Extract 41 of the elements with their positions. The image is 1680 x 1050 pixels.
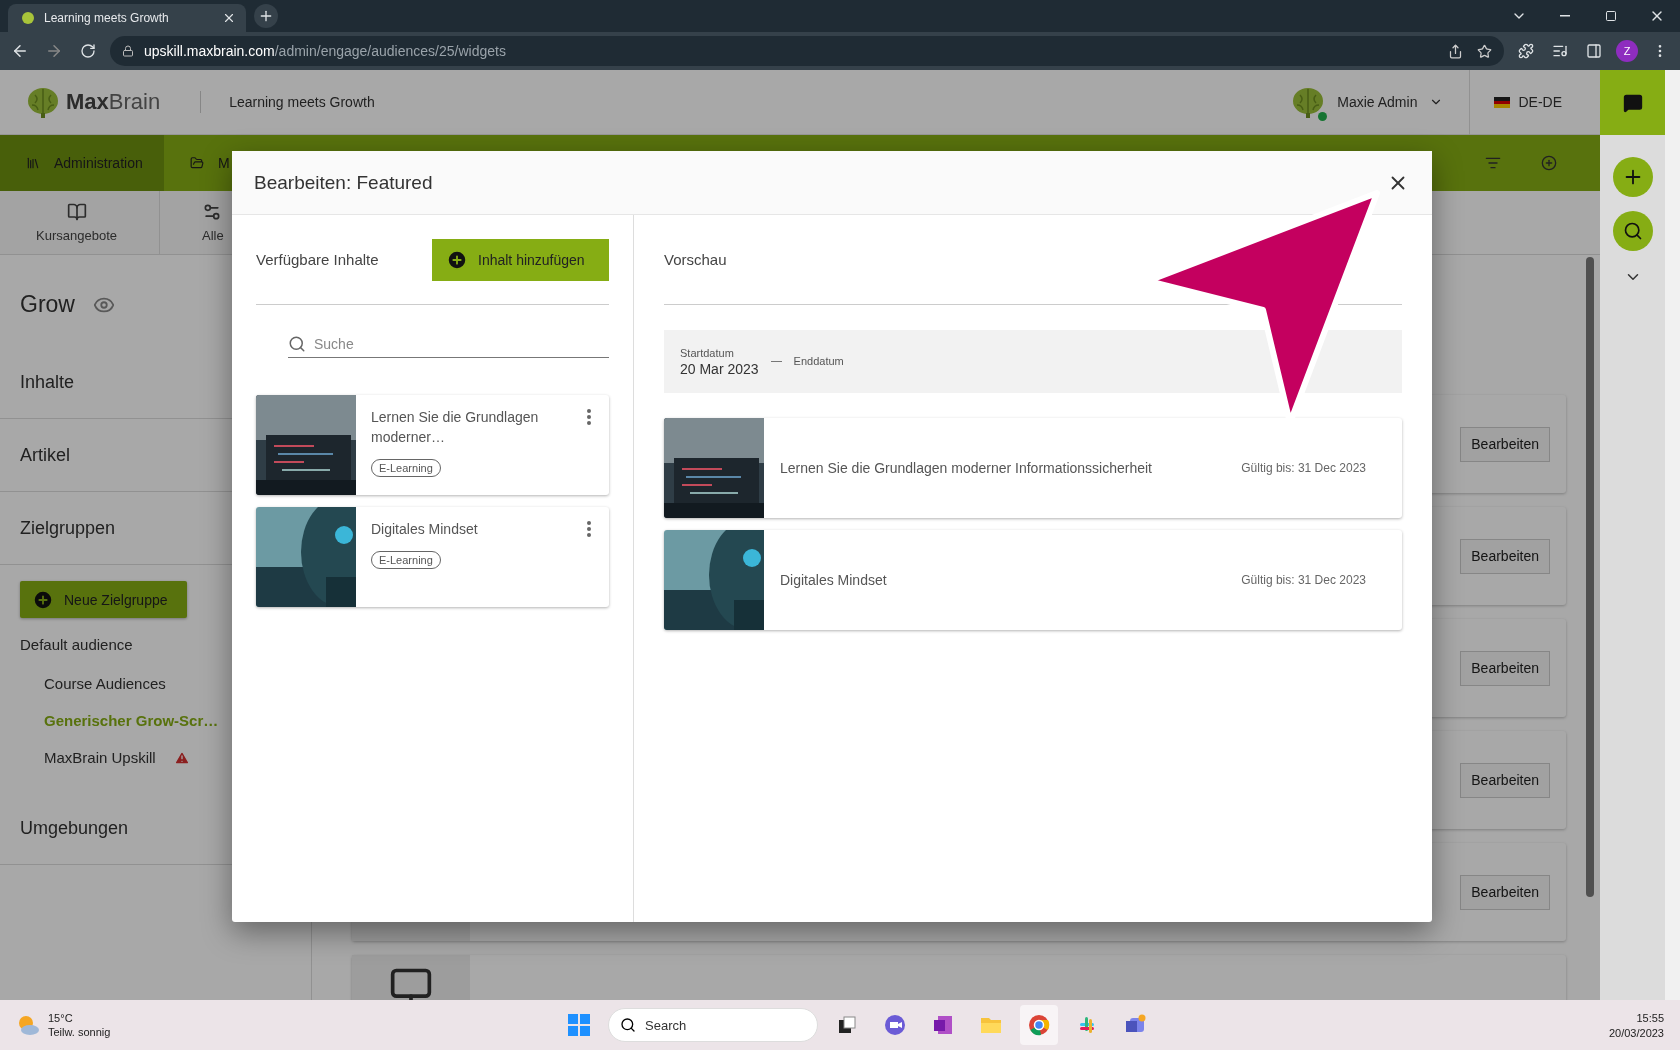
content-search-field[interactable]: Suche: [288, 330, 609, 358]
audience-item[interactable]: Course Audiences: [0, 665, 311, 702]
valid-until-text: Gültig bis: 31 Dec 2023: [1241, 573, 1367, 587]
audience-group-label: Default audience: [19, 635, 134, 655]
item-title: Lernen Sie die Grundlagen moderner Informationssicherheit: [779, 460, 1153, 476]
brand-logo-text: MaxBrain: [66, 89, 161, 115]
edit-button[interactable]: Bearbeiten: [1460, 874, 1550, 910]
edit-button[interactable]: Bearbeiten: [1460, 538, 1550, 574]
language-selector[interactable]: DE-DE: [1469, 70, 1574, 135]
dialog-title: Bearbeiten: Featured: [254, 171, 434, 194]
user-menu[interactable]: Maxie Admin: [1337, 94, 1418, 110]
browser-tab[interactable]: Learning meets Growth: [8, 4, 246, 32]
edit-button[interactable]: Bearbeiten: [1460, 650, 1550, 686]
valid-until-text: Gültig bis: 31 Dec 2023: [1241, 461, 1367, 475]
temperature: 15°C: [48, 1012, 74, 1024]
pane-heading: Vorschau: [664, 250, 727, 270]
content-item-card[interactable]: Lernen Sie die Grundlagen moderner… E-Learning: [256, 395, 609, 495]
content-item-card[interactable]: Digitales Mindset E-Learning: [256, 507, 609, 607]
subnav-item[interactable]: Kursangebote: [0, 191, 160, 254]
tagline: Learning meets Growth: [229, 94, 375, 110]
audience-item[interactable]: MaxBrain Upskill: [0, 739, 311, 776]
weather-text: Teilw. sonnig: [48, 1026, 111, 1038]
section-title: Grow: [20, 291, 75, 318]
address-bar[interactable]: upskill.maxbrain.com/admin/engage/audiences/25/widgets: [110, 36, 1504, 66]
date-label: Startdatum: [680, 346, 735, 359]
profile-avatar[interactable]: Z: [1616, 40, 1638, 62]
clock-date: 20/03/2023: [1608, 1026, 1664, 1039]
url-host: upskill.maxbrain.com: [144, 43, 275, 59]
edit-button[interactable]: Bearbeiten: [1460, 426, 1550, 462]
clock-time: 15:55: [1636, 1011, 1664, 1024]
item-title: Digitales Mindset: [371, 520, 479, 539]
add-content-button[interactable]: Inhalt hinzufügen: [432, 239, 609, 281]
pane-heading: Verfügbare Inhalte: [256, 250, 379, 270]
tab-title: Learning meets Growth: [44, 11, 170, 25]
date-label: Enddatum: [793, 354, 844, 367]
item-title: Lernen Sie die Grundlagen moderner…: [371, 408, 540, 447]
edit-button[interactable]: Bearbeiten: [1460, 762, 1550, 798]
date-value: 20 Mar 2023: [680, 360, 759, 377]
taskbar-search-field[interactable]: Search: [608, 1008, 818, 1042]
url-path: /admin/engage/audiences/25/widgets: [274, 43, 506, 59]
item-title: Digitales Mindset: [779, 572, 888, 588]
